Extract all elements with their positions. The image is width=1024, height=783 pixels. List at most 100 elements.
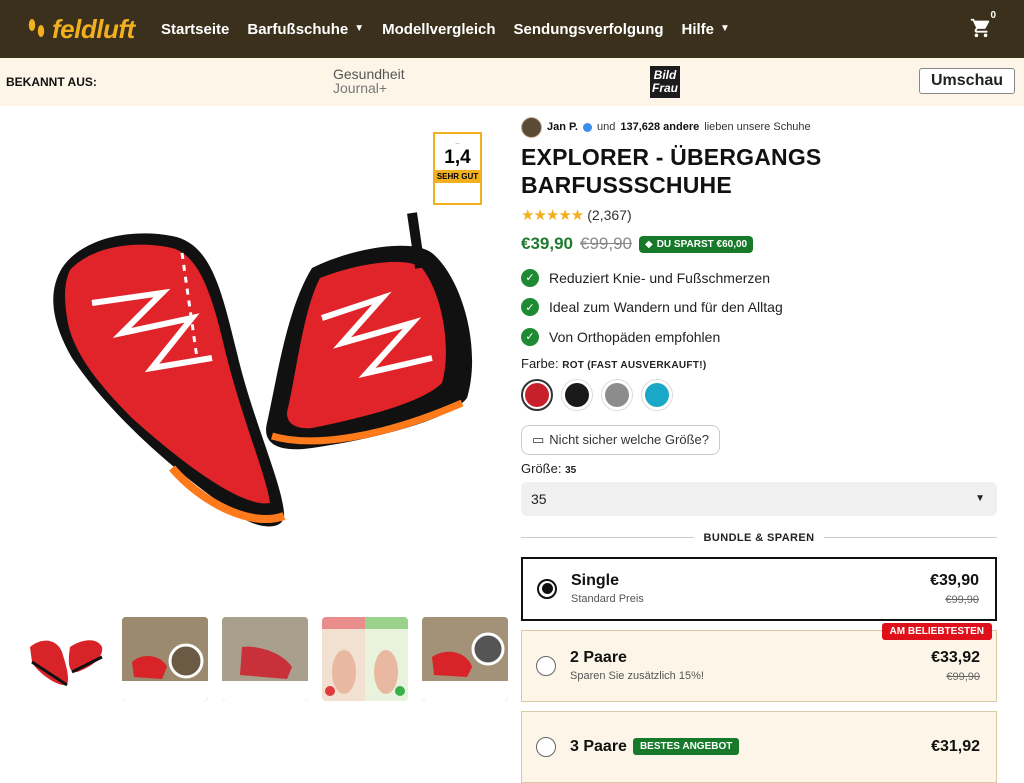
swatch-color <box>645 382 669 407</box>
product-title: EXPLORER - ÜBERGANGS BARFUSSSCHUHE <box>521 144 822 198</box>
bundle-heading: BUNDLE & SPAREN <box>703 531 815 544</box>
test-seal: — 1,4 SEHR GUT <box>433 132 482 205</box>
logo-text: Frau <box>651 81 678 95</box>
nav-label: Startseite <box>161 20 230 38</box>
thumbnail-3[interactable] <box>222 617 308 701</box>
site-header: feldluft Startseite Barfußschuhe ▼ Modell… <box>0 0 1024 58</box>
thumbnail-2[interactable] <box>122 617 208 701</box>
old-price: €99,90 <box>580 234 632 253</box>
check-icon: ✓ <box>521 268 539 287</box>
bundle-sub: Standard Preis <box>571 593 644 605</box>
logo-text: Journal+ <box>333 80 388 96</box>
benefit-item: ✓ Von Orthopäden empfohlen <box>521 322 997 352</box>
bundle-name: Single <box>571 572 620 589</box>
verified-icon <box>583 122 592 132</box>
color-value: ROT (FAST AUSVERKAUFT!) <box>562 359 707 371</box>
swatch-color <box>565 382 589 407</box>
bundle-divider: BUNDLE & SPAREN <box>521 531 998 544</box>
swatch-grey[interactable] <box>601 378 633 411</box>
divider-line <box>521 537 694 538</box>
color-label: Farbe: ROT (FAST AUSVERKAUFT!) <box>521 356 997 371</box>
check-icon: ✓ <box>521 298 539 317</box>
swatch-red[interactable] <box>521 378 553 411</box>
size-select[interactable]: 35 ▼ <box>521 481 997 516</box>
social-proof: Jan P. und 137,628 andere lieben unsere … <box>521 116 997 138</box>
chevron-down-icon: ▼ <box>975 493 985 504</box>
bundle-price: €33,92 <box>931 648 980 666</box>
size-label-text: Größe: <box>521 460 562 476</box>
bundle-name: 3 Paare BESTES ANGEBOT <box>570 738 931 756</box>
radio-unselected[interactable] <box>536 655 556 676</box>
bundle-text: 3 Paare BESTES ANGEBOT <box>570 738 931 756</box>
shoe-image <box>53 212 473 527</box>
thumbnail-image <box>222 617 308 701</box>
cart-count: 0 <box>990 10 996 21</box>
bild-der-frau-logo: Bild Frau <box>650 66 680 98</box>
color-label-text: Farbe: <box>521 355 559 371</box>
bundle-price: €39,90 <box>930 571 979 589</box>
size-guide-label: Nicht sicher welche Größe? <box>549 432 709 447</box>
thumbnail-4[interactable] <box>322 617 408 701</box>
rating[interactable]: ★★★★★ (2,367) <box>521 206 997 224</box>
social-count: 137,628 andere <box>620 121 700 133</box>
thumbnail-image <box>122 617 208 701</box>
thumbnail-image <box>422 617 508 701</box>
seal-verdict: SEHR GUT <box>435 170 480 183</box>
size-label: Größe: 35 <box>521 461 997 476</box>
press-bar: BEKANNT AUS: Gesundheit Journal+ Bild Fr… <box>0 58 1024 106</box>
swatch-color <box>525 382 549 407</box>
benefit-list: ✓ Reduziert Knie- und Fußschmerzen ✓ Ideal… <box>521 263 997 352</box>
size-guide-button[interactable]: ▭ Nicht sicher welche Größe? <box>521 424 720 455</box>
social-suffix: lieben unsere Schuhe <box>704 121 811 133</box>
seal-grade: 1,4 <box>444 147 471 168</box>
apotheken-umschau-logo: Umschau <box>919 68 1015 94</box>
bundle-text: Single Standard Preis <box>571 572 930 605</box>
bundle-sub: Sparen Sie zusätzlich 15%! <box>570 670 704 682</box>
cart-icon[interactable] <box>970 17 992 39</box>
size-select-value: 35 <box>531 490 547 507</box>
brand-logo[interactable]: feldluft <box>26 14 161 45</box>
bundle-option-single[interactable]: Single Standard Preis €39,90 €99,90 <box>521 556 997 621</box>
nav-barfussschuhe[interactable]: Barfußschuhe ▼ <box>247 21 364 38</box>
nav-label: Barfußschuhe <box>247 20 349 38</box>
avatar <box>521 116 542 138</box>
swatch-turquoise[interactable] <box>641 378 673 411</box>
bundle-prices: €33,92 €99,90 <box>931 649 980 683</box>
color-swatches <box>521 378 997 411</box>
thumbnail-image <box>322 617 408 701</box>
savings-text: DU SPARST €60,00 <box>656 238 748 250</box>
brand-name: feldluft <box>52 13 135 44</box>
check-icon: ✓ <box>521 327 539 346</box>
benefit-item: ✓ Reduziert Knie- und Fußschmerzen <box>521 263 997 293</box>
tag-icon: ◆ <box>645 238 653 250</box>
price-row: €39,90 €99,90 ◆ DU SPARST €60,00 <box>521 234 997 254</box>
nav-hilfe[interactable]: Hilfe ▼ <box>682 21 730 38</box>
seal-caption-line: — <box>455 140 460 145</box>
nav-modellvergleich[interactable]: Modellvergleich <box>382 21 495 38</box>
benefit-text: Von Orthopäden empfohlen <box>549 328 721 345</box>
thumbnail-5[interactable] <box>422 617 508 701</box>
radio-unselected[interactable] <box>536 736 556 757</box>
savings-badge: ◆ DU SPARST €60,00 <box>639 235 754 253</box>
bundle-prices: €31,92 <box>931 738 980 756</box>
best-offer-badge: BESTES ANGEBOT <box>632 738 740 755</box>
radio-selected[interactable] <box>537 578 557 599</box>
bundle-option-3-pairs[interactable]: 3 Paare BESTES ANGEBOT €31,92 <box>521 710 997 783</box>
main-nav: Startseite Barfußschuhe ▼ Modellvergleich… <box>161 21 730 38</box>
gesundheit-journal-logo: Gesundheit Journal+ <box>333 67 405 95</box>
social-and: und <box>597 121 616 133</box>
nav-startseite[interactable]: Startseite <box>161 21 229 38</box>
thumbnail-1[interactable] <box>22 617 108 701</box>
benefit-item: ✓ Ideal zum Wandern und für den Alltag <box>521 293 997 323</box>
bundle-option-2-pairs[interactable]: AM BELIEBTESTEN 2 Paare Sparen Sie zusät… <box>521 622 997 702</box>
chevron-down-icon: ▼ <box>720 22 730 34</box>
ruler-icon: ▭ <box>532 431 545 447</box>
swatch-black[interactable] <box>561 378 593 411</box>
nav-sendungsverfolgung[interactable]: Sendungsverfolgung <box>514 21 664 38</box>
thumbnail-strip <box>22 617 508 701</box>
chevron-down-icon: ▼ <box>354 22 365 34</box>
product-main-image[interactable] <box>22 118 502 603</box>
logo-text: Gesundheit <box>333 66 405 82</box>
nav-label: Modellvergleich <box>382 20 496 38</box>
nav-label: Sendungsverfolgung <box>513 20 664 38</box>
